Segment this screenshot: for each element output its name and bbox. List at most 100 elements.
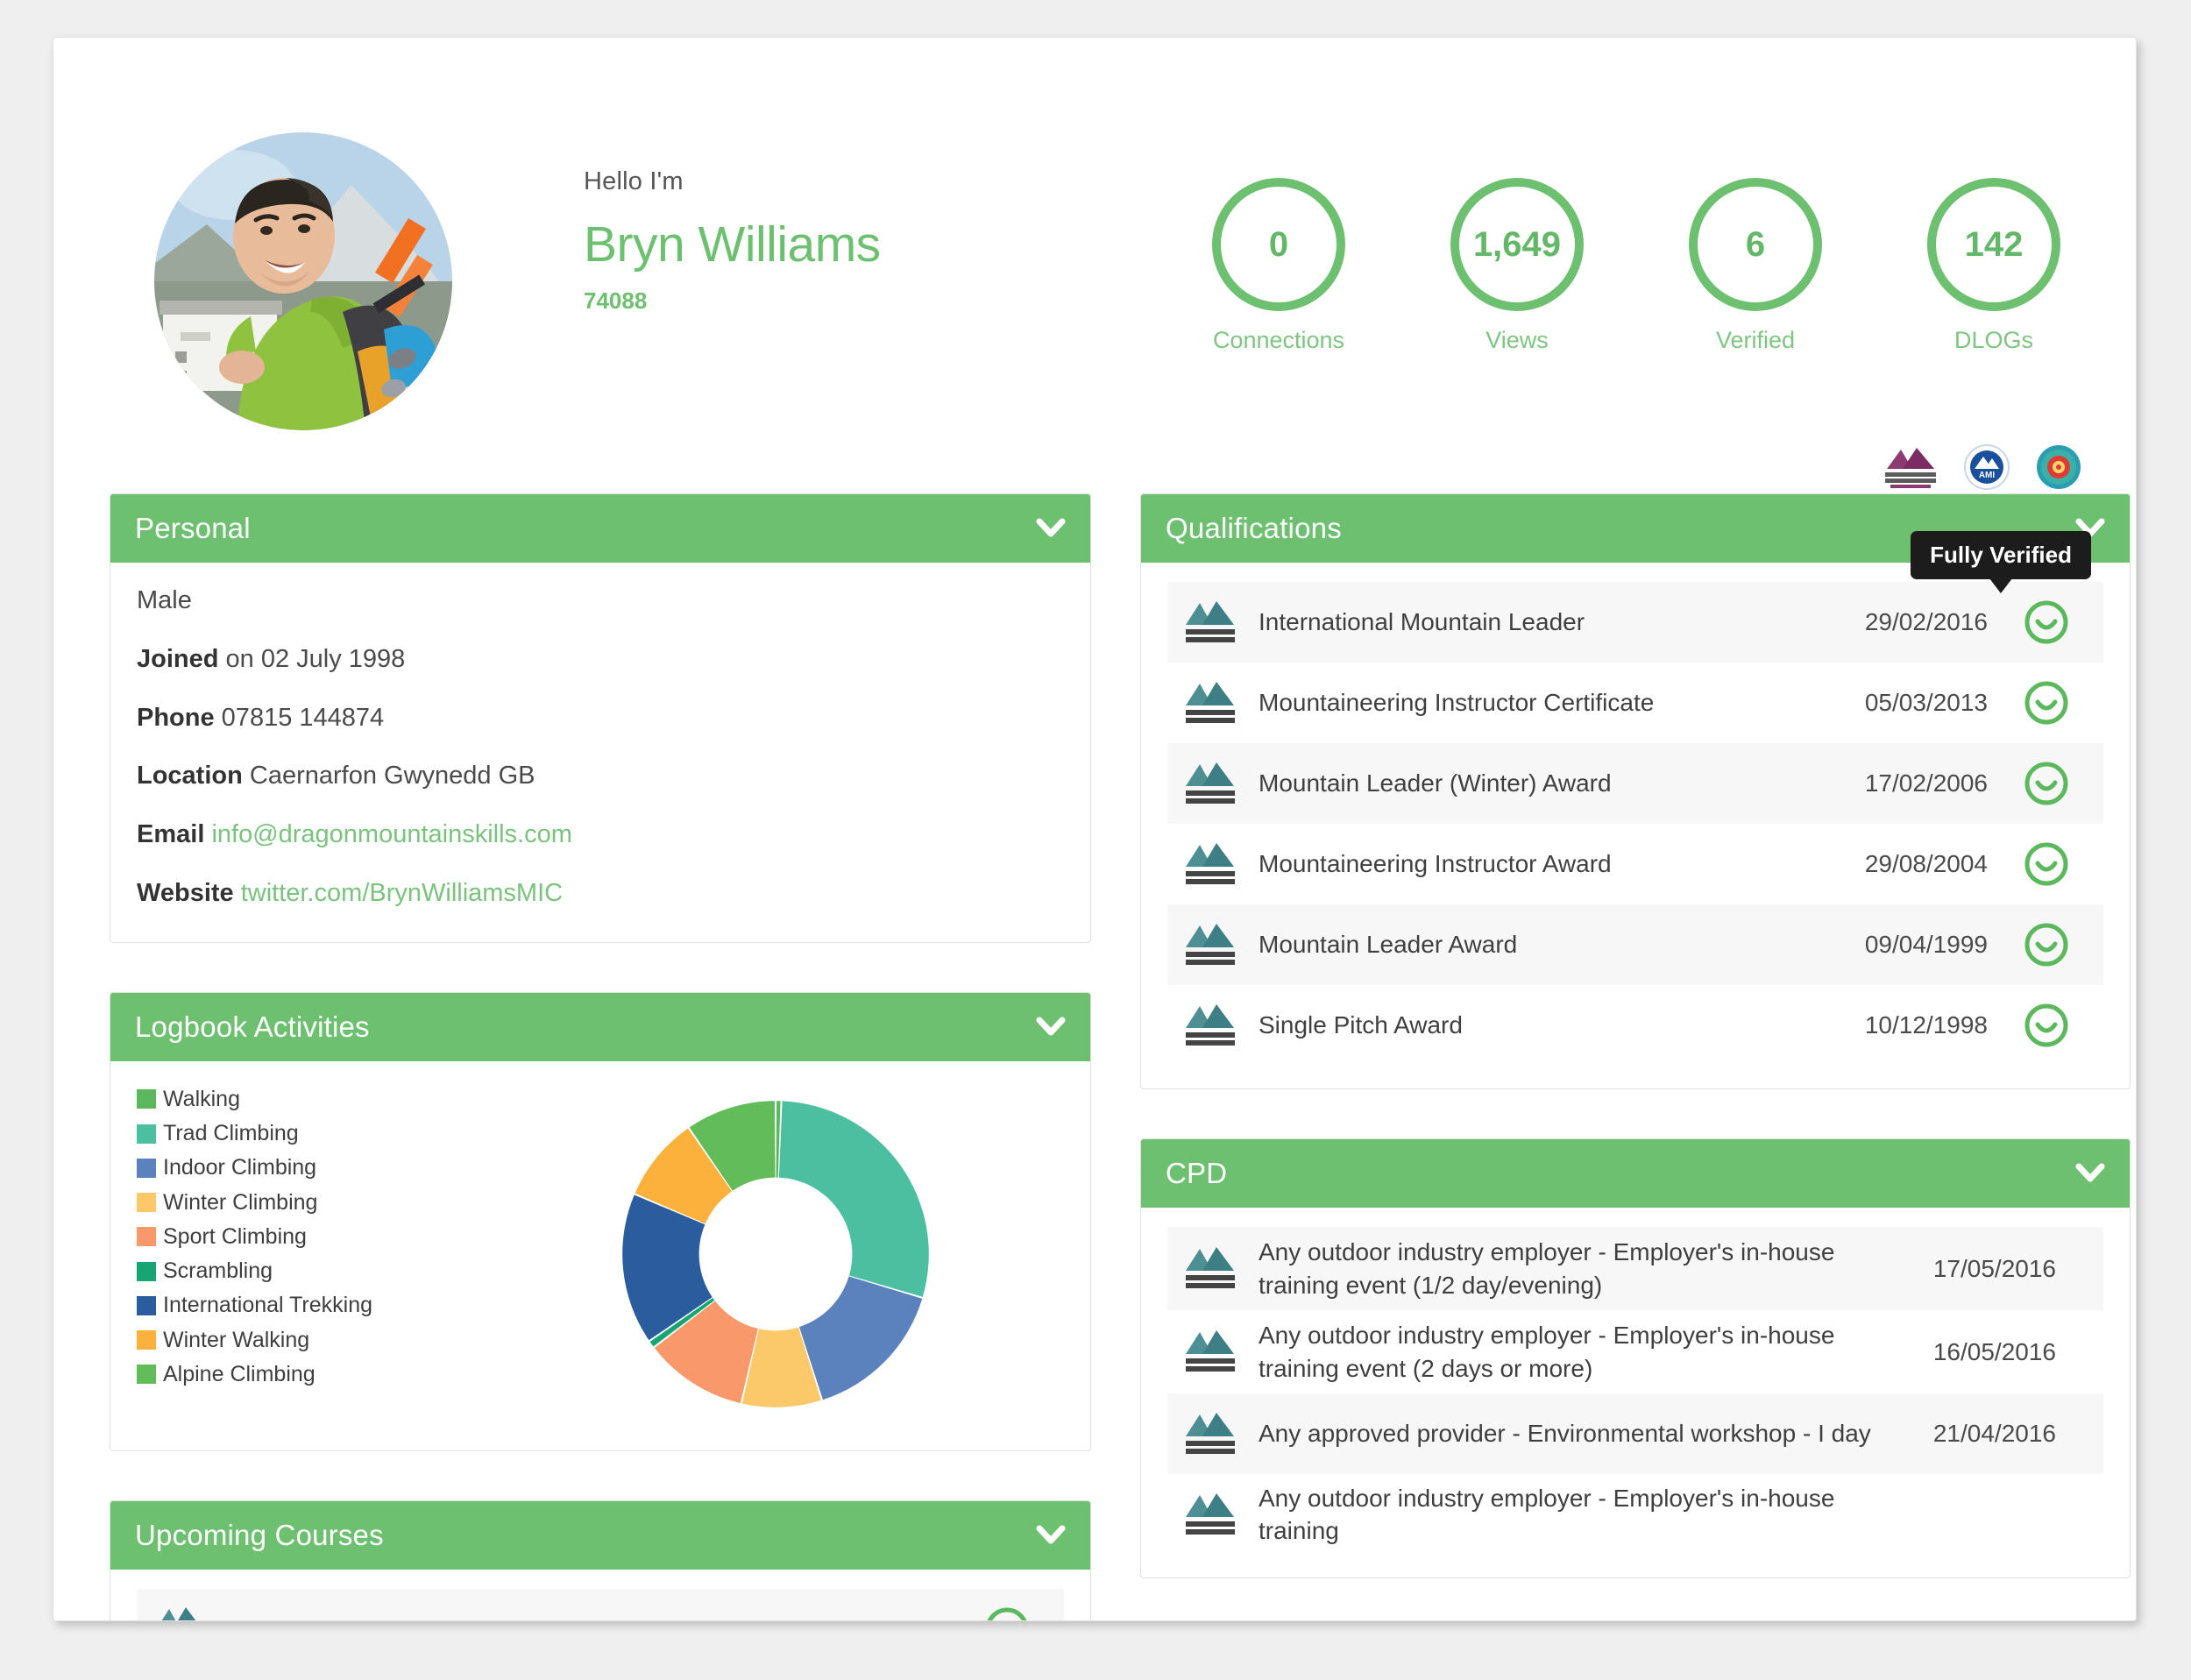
right-column: Qualifications Fully Verified Internatio… — [1140, 493, 2131, 1620]
table-row[interactable]: Mountaineering Instructor Certificate 05/… — [1167, 663, 2103, 743]
upcoming-courses-rows — [110, 1588, 1090, 1620]
avatar — [154, 132, 452, 430]
panel-title: Logbook Activities — [135, 1010, 370, 1043]
legend-label: Winter Climbing — [163, 1189, 318, 1215]
qualification-date: 05/03/2013 — [1864, 689, 1988, 716]
mountain-training-logo-icon — [1183, 1407, 1259, 1462]
stat-dlogs[interactable]: 142 DLOGs — [1908, 178, 2080, 354]
donut-slice[interactable] — [798, 1276, 923, 1400]
cpd-date: 16/05/2016 — [1932, 1337, 2056, 1365]
verified-ring-icon[interactable] — [2012, 1002, 2081, 1049]
website-link[interactable]: twitter.com/BrynWilliamsMIC — [241, 879, 563, 907]
legend-label: Trad Climbing — [163, 1121, 299, 1146]
stats-row: 0 Connections 1,649 Views 6 Verified 142 — [1193, 178, 2080, 354]
logbook-donut-chart — [622, 1100, 929, 1407]
qualification-date: 29/02/2016 — [1864, 608, 1988, 635]
legend-item[interactable]: Indoor Climbing — [137, 1154, 487, 1181]
profile-header: Hello I'm Bryn Williams 74088 0 Connecti… — [53, 38, 2136, 493]
identity-block: Hello I'm Bryn Williams 74088 — [584, 167, 881, 315]
personal-email-label: Email — [137, 820, 205, 849]
cpd-rows: Any outdoor industry employer - Employer… — [1141, 1208, 2130, 1577]
legend-item[interactable]: Winter Walking — [137, 1327, 487, 1354]
qualification-name: Single Pitch Award — [1259, 1011, 1463, 1039]
legend-swatch — [137, 1295, 156, 1315]
legend-swatch — [137, 1365, 156, 1385]
panel-logbook-activities: Logbook Activities Walking Trad Climbing I… — [110, 991, 1091, 1451]
table-row[interactable]: Any outdoor industry employer - Employer… — [1167, 1227, 2103, 1311]
cpd-name: Any approved provider - Environmental wo… — [1259, 1420, 1871, 1448]
left-column: Personal Male Joined on 02 July 1998 Pho… — [110, 493, 1091, 1620]
chevron-down-icon[interactable] — [1036, 1524, 1066, 1547]
tooltip-fully-verified: Fully Verified — [1911, 531, 2091, 593]
svg-text:AMI: AMI — [1979, 471, 1996, 480]
mountain-training-logo-icon — [1183, 998, 1259, 1053]
table-row[interactable]: International Mountain Leader 29/02/2016 — [1167, 582, 2103, 663]
verified-ring-icon[interactable] — [973, 1606, 1041, 1620]
stat-views[interactable]: 1,649 Views — [1431, 178, 1603, 354]
mountain-training-logo-icon — [1183, 1324, 1259, 1379]
mountain-training-logo-icon — [1183, 595, 1259, 650]
personal-joined-label: Joined — [137, 644, 219, 673]
legend-swatch — [137, 1089, 156, 1109]
verified-ring-icon[interactable] — [2012, 599, 2081, 646]
stat-ring: 142 — [1927, 178, 2060, 311]
panel-personal-header[interactable]: Personal — [110, 494, 1090, 563]
cpd-name: Any outdoor industry employer - Employer… — [1259, 1322, 1835, 1382]
personal-phone: Phone 07815 144874 — [137, 703, 1064, 734]
stat-value: 1,649 — [1472, 224, 1562, 264]
verified-ring-icon[interactable] — [2012, 921, 2081, 968]
legend-swatch — [137, 1193, 156, 1213]
legend-item[interactable]: Trad Climbing — [137, 1120, 487, 1147]
stat-ring: 0 — [1212, 178, 1345, 311]
profile-page-card: Hello I'm Bryn Williams 74088 0 Connecti… — [53, 37, 2137, 1621]
panel-cpd: CPD Any outdoor industry employer - Empl… — [1140, 1138, 2131, 1579]
table-row[interactable]: Any outdoor industry employer - Employer… — [1167, 1310, 2103, 1393]
cpd-name: Any outdoor industry employer - Employer… — [1259, 1238, 1835, 1299]
verified-ring-icon[interactable] — [2012, 840, 2081, 888]
mountain-training-logo-icon — [1183, 676, 1259, 731]
stat-ring: 6 — [1689, 178, 1822, 311]
panel-logbook-header[interactable]: Logbook Activities — [110, 992, 1090, 1061]
personal-phone-value: 07815 144874 — [214, 703, 385, 732]
cpd-name: Any outdoor industry employer - Employer… — [1259, 1484, 1835, 1545]
legend-swatch — [137, 1330, 156, 1350]
legend-item[interactable]: Scrambling — [137, 1258, 487, 1285]
qualification-name: Mountaineering Instructor Certificate — [1259, 689, 1655, 717]
legend-label: Winter Walking — [163, 1327, 310, 1352]
qualification-date: 17/02/2006 — [1864, 769, 1988, 797]
legend-item[interactable]: Walking — [137, 1086, 487, 1113]
legend-label: Sport Climbing — [163, 1223, 307, 1249]
table-row[interactable]: Any outdoor industry employer - Employer… — [1167, 1474, 2103, 1555]
stat-verified[interactable]: 6 Verified — [1670, 178, 1841, 354]
table-row[interactable]: Single Pitch Award 10/12/1998 — [1167, 985, 2103, 1066]
panel-title: Upcoming Courses — [135, 1518, 384, 1551]
stat-connections[interactable]: 0 Connections — [1193, 178, 1365, 354]
email-link[interactable]: info@dragonmountainskills.com — [211, 820, 571, 848]
table-row[interactable]: Mountaineering Instructor Award 29/08/200… — [1167, 824, 2103, 904]
mountain-training-logo-icon — [1183, 756, 1259, 812]
personal-location-value: Caernarfon Gwynedd GB — [242, 762, 535, 790]
personal-gender: Male — [137, 586, 192, 614]
table-row[interactable]: Any approved provider - Environmental wo… — [1167, 1393, 2103, 1475]
qualification-date: 09/04/1999 — [1864, 931, 1988, 958]
panel-upcoming-courses-header[interactable]: Upcoming Courses — [110, 1500, 1090, 1570]
table-row[interactable]: Mountain Leader (Winter) Award 17/02/2006 — [1167, 743, 2103, 824]
list-item[interactable] — [137, 1588, 1064, 1620]
chevron-down-icon[interactable] — [1036, 517, 1066, 540]
panel-cpd-header[interactable]: CPD — [1141, 1139, 2130, 1208]
cpd-date: 21/04/2016 — [1932, 1420, 2056, 1448]
legend-item[interactable]: Alpine Climbing — [137, 1361, 487, 1388]
verified-ring-icon[interactable] — [2012, 760, 2081, 807]
panel-qualifications: Qualifications Fully Verified Internatio… — [1140, 493, 2131, 1089]
chevron-down-icon[interactable] — [2075, 1162, 2105, 1185]
legend-item[interactable]: International Trekking — [137, 1292, 487, 1319]
chevron-down-icon[interactable] — [1036, 1016, 1066, 1038]
donut-slice[interactable] — [778, 1101, 929, 1297]
stat-value: 0 — [1268, 224, 1289, 264]
verified-ring-icon[interactable] — [2012, 679, 2081, 727]
table-row[interactable]: Mountain Leader Award 09/04/1999 — [1167, 904, 2103, 985]
qualification-name: Mountain Leader (Winter) Award — [1259, 769, 1612, 797]
legend-item[interactable]: Sport Climbing — [137, 1223, 487, 1251]
badges-row: AMI — [1883, 443, 2081, 492]
legend-item[interactable]: Winter Climbing — [137, 1189, 487, 1216]
